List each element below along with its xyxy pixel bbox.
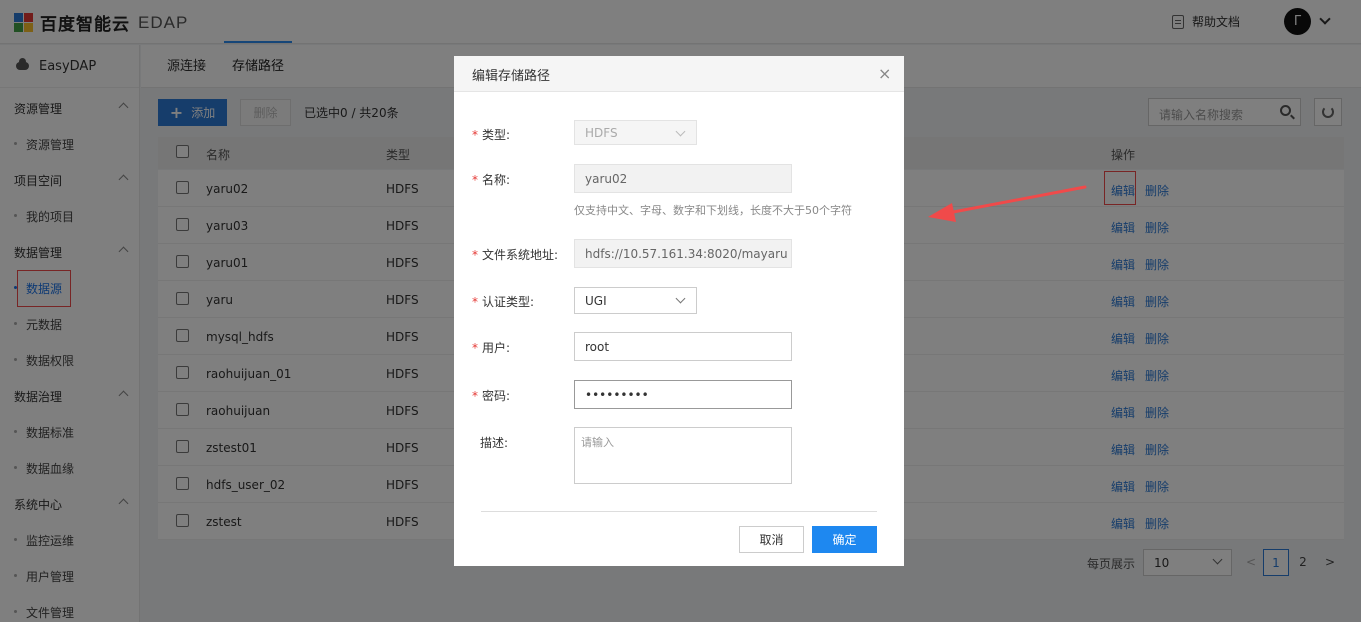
required-mark: * — [472, 173, 478, 187]
auth-type-label: * 认证类型: — [472, 293, 534, 310]
auth-type-select[interactable]: UGI — [574, 287, 697, 314]
auth-type-value: UGI — [585, 293, 607, 308]
fs-address-field: hdfs://10.57.161.34:8020/mayaru — [574, 239, 792, 268]
type-value: HDFS — [585, 125, 618, 140]
chevron-down-icon — [675, 293, 686, 304]
name-value: yaru02 — [585, 171, 628, 186]
required-mark: * — [472, 295, 478, 309]
user-field[interactable]: root — [574, 332, 792, 361]
password-field[interactable]: ••••••••• — [574, 380, 792, 409]
name-hint: 仅支持中文、字母、数字和下划线，长度不大于50个字符 — [574, 204, 852, 217]
name-field: yaru02 — [574, 164, 792, 193]
fs-address-label-text: 文件系统地址: — [482, 248, 559, 262]
type-select: HDFS — [574, 120, 697, 145]
fs-address-label: * 文件系统地址: — [472, 246, 558, 263]
password-label: * 密码: — [472, 387, 510, 404]
dialog-header: 编辑存储路径 × — [454, 56, 904, 92]
name-label: * 名称: — [472, 171, 510, 188]
password-label-text: 密码: — [482, 389, 511, 403]
description-textarea[interactable]: 请输入 — [574, 427, 792, 484]
confirm-button[interactable]: 确定 — [812, 526, 877, 553]
user-label: * 用户: — [472, 339, 510, 356]
password-value: ••••••••• — [585, 387, 649, 402]
required-mark: * — [472, 128, 478, 142]
user-label-text: 用户: — [482, 341, 511, 355]
auth-type-label-text: 认证类型: — [482, 295, 535, 309]
type-label: * 类型: — [472, 126, 510, 143]
type-label-text: 类型: — [482, 128, 511, 142]
chevron-down-icon — [675, 126, 686, 137]
user-value: root — [585, 339, 610, 354]
required-mark: * — [472, 341, 478, 355]
required-mark: * — [472, 248, 478, 262]
edit-storage-path-dialog: 编辑存储路径 × * 类型: HDFS * 名称: yaru02 仅支持中文、字母、… — [454, 56, 904, 566]
required-mark: * — [472, 389, 478, 403]
dialog-title: 编辑存储路径 — [472, 69, 551, 84]
description-label: 描述: — [480, 436, 509, 450]
dialog-divider — [481, 511, 877, 512]
cancel-button[interactable]: 取消 — [739, 526, 804, 553]
close-icon[interactable]: × — [878, 64, 891, 83]
description-placeholder: 请输入 — [581, 436, 614, 449]
name-label-text: 名称: — [482, 173, 511, 187]
fs-address-value: hdfs://10.57.161.34:8020/mayaru — [585, 246, 788, 261]
